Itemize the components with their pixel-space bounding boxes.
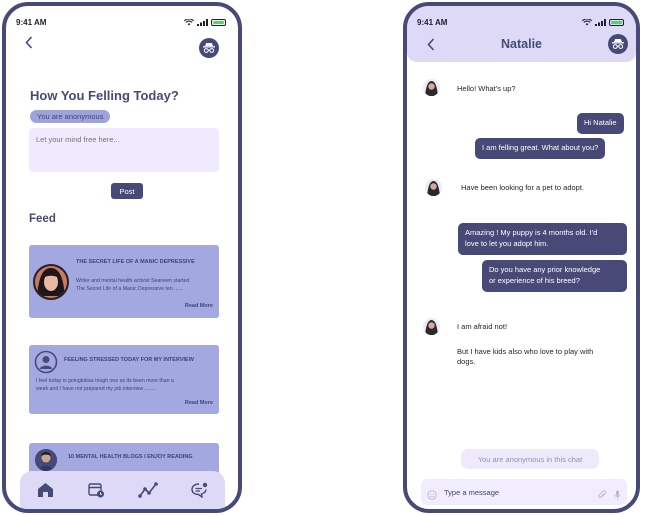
- contact-avatar: [423, 79, 440, 96]
- feed-heading: Feed: [29, 213, 56, 225]
- anonymous-chat-notice: You are anonymous in this chat: [461, 449, 599, 469]
- incognito-button[interactable]: [608, 34, 628, 54]
- incognito-button[interactable]: [199, 38, 219, 58]
- emoji-icon: [427, 490, 437, 500]
- message-line: Amazing ! My puppy is 4 months old. I'd: [465, 228, 598, 237]
- chevron-left-icon: [25, 36, 33, 49]
- card-title: FEELING STRESSED TODAY FOR MY INTERVIEW: [64, 357, 194, 363]
- signal-icon: [197, 18, 208, 26]
- page-title: How You Felling Today?: [30, 88, 179, 103]
- nav-home[interactable]: [35, 479, 57, 501]
- nav-progress[interactable]: [137, 479, 159, 501]
- incognito-icon: [203, 43, 215, 53]
- wifi-icon: [582, 18, 592, 25]
- card-text-line: Writer and mental health activist Seanee…: [76, 278, 190, 284]
- chat-header: [407, 6, 636, 62]
- contact-avatar: [425, 179, 442, 196]
- status-bar: 9:41 AM: [16, 16, 226, 28]
- nav-chat[interactable]: [188, 479, 210, 501]
- author-avatar: [35, 449, 57, 471]
- incognito-icon: [612, 39, 624, 49]
- paperclip-icon: [598, 490, 607, 498]
- user-avatar-icon: [34, 350, 58, 374]
- signal-icon: [595, 18, 606, 26]
- wifi-icon: [184, 18, 194, 25]
- received-message: Hello! What's up?: [457, 84, 516, 93]
- message-line: But I have kids also who love to play wi…: [457, 347, 594, 356]
- status-time: 9:41 AM: [16, 17, 47, 27]
- message-input[interactable]: [444, 483, 574, 501]
- message-composer: [421, 479, 627, 505]
- card-text-line: week and I have not prepared my job inte…: [36, 386, 157, 393]
- bottom-navigation: [20, 471, 225, 509]
- sent-message: Hi Natalie: [577, 113, 624, 134]
- sent-message: Do you have any prior knowledge or exper…: [482, 260, 627, 292]
- author-photo: [35, 266, 67, 298]
- mind-input[interactable]: [29, 128, 219, 172]
- card-title: 10 MENTAL HEALTH BLOGS I ENJOY READING: [68, 454, 193, 460]
- received-message: But I have kids also who love to play wi…: [457, 347, 627, 367]
- contact-avatar: [423, 318, 440, 335]
- post-button[interactable]: Post: [111, 183, 143, 199]
- card-text-line: The Secret Life of a Manic Depressive te…: [76, 286, 183, 293]
- chat-bubble-icon: [191, 482, 208, 498]
- status-time: 9:41 AM: [417, 17, 448, 27]
- trend-chart-icon: [138, 482, 158, 498]
- feed-phone-screen: 9:41 AM How You Felling Today? You are a…: [2, 2, 242, 513]
- author-avatar: [33, 264, 69, 300]
- card-text: I feel today is goingtobaa tough one as …: [36, 377, 174, 394]
- back-button[interactable]: [25, 36, 33, 53]
- message-line: Do you have any prior knowledge: [489, 265, 601, 274]
- voice-button[interactable]: [614, 487, 621, 505]
- sent-message: I am felling great. What about you?: [475, 138, 606, 159]
- battery-icon: [609, 18, 624, 26]
- status-bar: 9:41 AM: [417, 16, 624, 28]
- anonymous-badge: You are anonymous: [30, 110, 111, 123]
- battery-icon: [211, 18, 226, 26]
- card-title: THE SECRET LIFE OF A MANIC DEPRESSIVE: [76, 259, 195, 265]
- nav-schedule[interactable]: [86, 479, 108, 501]
- calendar-clock-icon: [88, 483, 105, 498]
- received-message: I am afraid not!: [457, 322, 508, 331]
- received-message: Have been looking for a pet to adopt.: [461, 183, 585, 192]
- contact-name: Natalie: [501, 37, 542, 51]
- read-more-link[interactable]: Read More: [185, 400, 213, 406]
- microphone-icon: [614, 490, 621, 500]
- sent-message: Amazing ! My puppy is 4 months old. I'd …: [458, 223, 627, 255]
- attach-button[interactable]: [598, 487, 607, 505]
- home-icon: [38, 483, 54, 497]
- feed-card[interactable]: FEELING STRESSED TODAY FOR MY INTERVIEW …: [29, 345, 219, 414]
- message-line: love to let you adopt him.: [465, 238, 549, 248]
- feed-card[interactable]: THE SECRET LIFE OF A MANIC DEPRESSIVE Wr…: [29, 245, 219, 318]
- card-text-line: I feel today is goingtobaa tough one as …: [36, 378, 174, 384]
- message-line: dogs.: [457, 357, 476, 367]
- read-more-link[interactable]: Read More: [185, 303, 213, 309]
- chat-phone-screen: 9:41 AM Natalie Hello! What's up? Hi Nat…: [403, 2, 640, 513]
- card-text: Writer and mental health activist Seanee…: [76, 277, 189, 294]
- message-line: or experience of his breed?: [489, 275, 580, 285]
- emoji-button[interactable]: [427, 487, 437, 505]
